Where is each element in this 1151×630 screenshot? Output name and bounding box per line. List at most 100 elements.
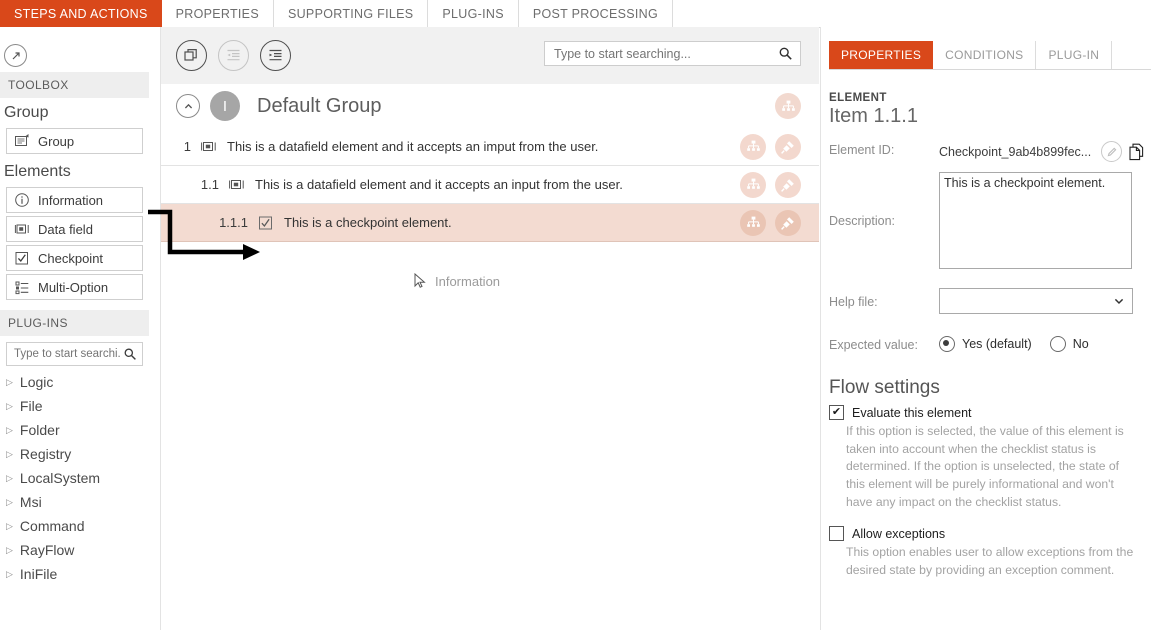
collapse-panel-icon[interactable] — [4, 44, 27, 67]
row-actions — [740, 133, 801, 160]
plugin-icon[interactable] — [775, 209, 801, 236]
chevron-right-icon: ▷ — [6, 472, 13, 483]
row-label: This is a datafield element and it accep… — [255, 177, 623, 192]
toolbox-header: TOOLBOX — [0, 72, 149, 98]
tab-properties[interactable]: PROPERTIES — [162, 0, 274, 27]
allow-exceptions-help-text: This option enables user to allow except… — [846, 545, 1134, 578]
plugin-node-label: Msi — [19, 494, 42, 510]
radio-label: No — [1072, 337, 1089, 351]
element-id-label: Element ID: — [829, 143, 895, 157]
editor-search-input[interactable] — [552, 45, 778, 62]
hierarchy-icon[interactable] — [740, 171, 766, 198]
tab-label: CONDITIONS — [945, 48, 1024, 62]
plugin-node-label: File — [19, 398, 43, 414]
plugin-node-localsystem[interactable]: ▷ LocalSystem — [0, 466, 149, 490]
hierarchy-icon[interactable] — [775, 93, 801, 119]
editor-toolbar — [161, 27, 819, 84]
radio-icon — [1049, 336, 1066, 352]
description-row: Description: — [821, 170, 1151, 270]
group-row-default-group[interactable]: I Default Group — [161, 84, 819, 129]
toolbox-item-data-field[interactable]: Data field — [6, 216, 143, 242]
toolbox-item-group[interactable]: Group — [6, 128, 143, 154]
tab-plug-ins[interactable]: PLUG-INS — [428, 0, 519, 27]
plugin-node-label: IniFile — [19, 566, 58, 582]
indent-icon — [268, 48, 283, 63]
duplicate-icon — [184, 48, 199, 63]
cursor-arrow-icon — [414, 273, 427, 289]
flow-settings-header: Flow settings — [829, 377, 940, 398]
plugins-search-input[interactable] — [12, 347, 123, 361]
table-row[interactable]: 1.1 This is a datafield element and it a… — [161, 166, 819, 204]
plugin-node-label: Registry — [19, 446, 72, 462]
indent-button[interactable] — [260, 40, 291, 71]
outdent-icon — [226, 48, 241, 63]
plugin-node-folder[interactable]: ▷ Folder — [0, 418, 149, 442]
group-title: Default Group — [257, 94, 382, 117]
tab-steps-and-actions[interactable]: STEPS AND ACTIONS — [0, 0, 162, 27]
tab-label: PROPERTIES — [175, 6, 259, 21]
tab-post-processing[interactable]: POST PROCESSING — [519, 0, 673, 27]
chevron-up-icon[interactable] — [176, 94, 200, 118]
plugin-node-registry[interactable]: ▷ Registry — [0, 442, 149, 466]
duplicate-button[interactable] — [176, 40, 207, 71]
checkbox-label: Allow exceptions — [852, 526, 946, 541]
evaluate-this-element-checkbox[interactable]: ✔ Evaluate this element — [829, 405, 1151, 420]
toolbox-item-label: Data field — [38, 221, 93, 237]
chevron-right-icon: ▷ — [6, 400, 13, 411]
description-label: Description: — [829, 214, 895, 228]
chevron-right-icon: ▷ — [6, 376, 13, 387]
checkpoint-icon — [14, 250, 30, 266]
tab-underline — [829, 69, 1151, 70]
plugins-search-box[interactable] — [6, 342, 143, 366]
toolbox-item-label: Information — [38, 192, 104, 208]
chevron-down-icon — [1113, 295, 1125, 307]
hierarchy-icon[interactable] — [740, 133, 766, 160]
group-avatar: I — [210, 91, 240, 121]
row-actions — [740, 209, 801, 236]
plugin-node-label: Logic — [19, 374, 54, 390]
toolbox-item-multi-option[interactable]: Multi-Option — [6, 274, 143, 300]
table-row[interactable]: 1.1.1 This is a checkpoint element. — [161, 204, 819, 242]
toolbox-item-checkpoint[interactable]: Checkpoint — [6, 245, 143, 271]
tab-properties[interactable]: PROPERTIES — [829, 41, 934, 69]
radio-no[interactable]: No — [1049, 336, 1089, 352]
copy-icon[interactable] — [1129, 143, 1145, 161]
drag-ghost-label: Information — [435, 273, 501, 289]
radio-yes-default[interactable]: Yes (default) — [939, 336, 1032, 352]
tab-label: PROPERTIES — [841, 48, 922, 62]
outdent-button[interactable] — [218, 40, 249, 71]
editor-search-box[interactable] — [544, 41, 801, 66]
plugin-node-msi[interactable]: ▷ Msi — [0, 490, 149, 514]
plugin-node-inifile[interactable]: ▷ IniFile — [0, 562, 149, 586]
drag-ghost: Information — [414, 273, 500, 289]
table-row[interactable]: 1 This is a datafield element and it acc… — [161, 128, 819, 166]
allow-exceptions-checkbox[interactable]: Allow exceptions — [829, 526, 1151, 542]
description-textarea[interactable] — [939, 171, 1132, 269]
toolbox-item-information[interactable]: Information — [6, 187, 143, 213]
tab-conditions[interactable]: CONDITIONS — [933, 41, 1037, 69]
pencil-icon[interactable] — [1101, 141, 1123, 162]
plugins-header: PLUG-INS — [0, 310, 149, 336]
plugin-node-command[interactable]: ▷ Command — [0, 514, 149, 538]
group-icon — [14, 133, 30, 149]
help-file-row: Help file: — [821, 288, 1151, 314]
help-file-label: Help file: — [829, 295, 878, 309]
hierarchy-icon[interactable] — [740, 209, 766, 236]
row-number: 1.1.1 — [219, 215, 248, 230]
chevron-right-icon: ▷ — [6, 424, 13, 435]
plugin-node-file[interactable]: ▷ File — [0, 394, 149, 418]
radio-label: Yes (default) — [962, 337, 1032, 351]
help-file-select[interactable] — [939, 288, 1133, 314]
plugin-icon[interactable] — [775, 171, 801, 198]
tab-plug-in[interactable]: PLUG-IN — [1036, 41, 1113, 69]
plugin-node-label: LocalSystem — [19, 470, 101, 486]
plugin-node-logic[interactable]: ▷ Logic — [0, 370, 149, 394]
plugins-tree: ▷ Logic ▷ File ▷ Folder ▷ Registry ▷ LocalSys… — [0, 370, 149, 586]
tab-label: STEPS AND ACTIONS — [14, 6, 148, 21]
main-tab-bar: STEPS AND ACTIONS PROPERTIES SUPPORTING … — [0, 0, 1151, 28]
plugin-icon[interactable] — [775, 133, 801, 160]
tab-supporting-files[interactable]: SUPPORTING FILES — [274, 0, 429, 27]
row-label: This is a datafield element and it accep… — [227, 139, 599, 154]
checkbox-label: Evaluate this element — [852, 405, 972, 420]
plugin-node-rayflow[interactable]: ▷ RayFlow — [0, 538, 149, 562]
